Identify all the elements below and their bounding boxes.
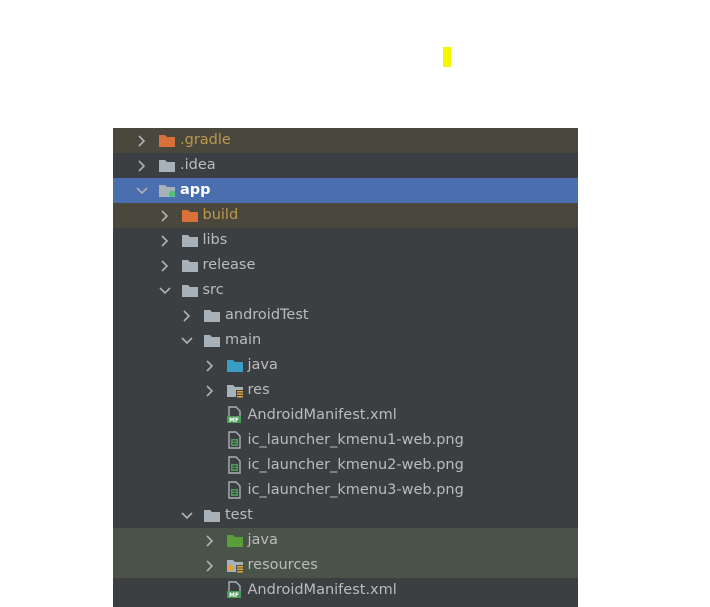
tree-item-ic-launcher-kmenu3-web-png[interactable]: ic_launcher_kmenu3-web.png (113, 478, 578, 503)
image-file-icon (226, 456, 244, 474)
tree-item-gradle[interactable]: .gradle (113, 128, 578, 153)
tree-item-label: ic_launcher_kmenu2-web.png (247, 457, 464, 473)
tree-item-label: .gradle (180, 132, 231, 148)
tree-item-label: src (202, 282, 224, 298)
tree-item-label: res (247, 382, 270, 398)
tree-item-res[interactable]: res (113, 378, 578, 403)
tree-item-main[interactable]: main (113, 328, 578, 353)
folder-excluded-icon (158, 132, 176, 148)
resources-folder-icon (226, 382, 244, 398)
svg-text:MF: MF (228, 417, 238, 424)
tree-item-label: androidTest (225, 307, 309, 323)
tree-item-java[interactable]: java (113, 353, 578, 378)
tree-item-label: .idea (180, 157, 216, 173)
tree-item-resources[interactable]: resources (113, 553, 578, 578)
folder-icon (203, 332, 221, 348)
chevron-down-icon[interactable] (135, 184, 149, 198)
manifest-file-icon: MF (226, 406, 244, 424)
chevron-right-icon[interactable] (158, 259, 172, 273)
chevron-right-icon[interactable] (180, 309, 194, 323)
tree-item-label: AndroidManifest.xml (247, 407, 397, 423)
chevron-right-icon[interactable] (158, 234, 172, 248)
tree-item-label: app (180, 182, 211, 198)
tree-item-ic-launcher-kmenu1-web-png[interactable]: ic_launcher_kmenu1-web.png (113, 428, 578, 453)
tree-item-label: ic_launcher_kmenu1-web.png (247, 432, 464, 448)
folder-icon (203, 507, 221, 523)
yellow-marker (443, 47, 451, 67)
tree-item-java[interactable]: java (113, 528, 578, 553)
project-tree: .gradle .idea app build libs release src androi… (113, 128, 578, 607)
tree-item-label: test (225, 507, 253, 523)
chevron-right-icon[interactable] (135, 159, 149, 173)
svg-text:MF: MF (228, 592, 238, 599)
tree-item-label: AndroidManifest.xml (247, 582, 397, 598)
chevron-right-icon[interactable] (203, 359, 217, 373)
chevron-down-icon[interactable] (180, 334, 194, 348)
folder-icon (203, 307, 221, 323)
tree-item-label: resources (247, 557, 318, 573)
manifest-file-icon: MF (226, 581, 244, 599)
tree-item-androidtest[interactable]: androidTest (113, 303, 578, 328)
chevron-right-icon[interactable] (135, 134, 149, 148)
source-folder-icon (226, 357, 244, 373)
chevron-right-icon[interactable] (158, 209, 172, 223)
folder-icon (181, 257, 199, 273)
test-resources-folder-icon (226, 557, 244, 573)
tree-item-release[interactable]: release (113, 253, 578, 278)
tree-item-label: release (202, 257, 256, 273)
tree-item-libs[interactable]: libs (113, 228, 578, 253)
tree-item-label: java (247, 357, 278, 373)
tree-item-src[interactable]: src (113, 278, 578, 303)
image-file-icon (226, 431, 244, 449)
tree-item-idea[interactable]: .idea (113, 153, 578, 178)
tree-item-androidmanifest-xml[interactable]: MF AndroidManifest.xml (113, 403, 578, 428)
chevron-right-icon[interactable] (203, 384, 217, 398)
test-source-folder-icon (226, 532, 244, 548)
chevron-right-icon[interactable] (203, 534, 217, 548)
tree-item-label: main (225, 332, 262, 348)
folder-icon (181, 232, 199, 248)
chevron-right-icon[interactable] (203, 559, 217, 573)
tree-item-label: java (247, 532, 278, 548)
tree-item-label: libs (202, 232, 228, 248)
tree-item-label: build (202, 207, 239, 223)
tree-item-build[interactable]: build (113, 203, 578, 228)
chevron-down-icon[interactable] (180, 509, 194, 523)
tree-item-androidmanifest-xml[interactable]: MF AndroidManifest.xml (113, 578, 578, 603)
module-folder-icon (158, 182, 176, 198)
tree-item-ic-launcher-kmenu2-web-png[interactable]: ic_launcher_kmenu2-web.png (113, 453, 578, 478)
folder-excluded-icon (181, 207, 199, 223)
tree-item-test[interactable]: test (113, 503, 578, 528)
chevron-down-icon[interactable] (158, 284, 172, 298)
folder-icon (158, 157, 176, 173)
folder-icon (181, 282, 199, 298)
image-file-icon (226, 481, 244, 499)
tree-item-label: ic_launcher_kmenu3-web.png (247, 482, 464, 498)
tree-item-app[interactable]: app (113, 178, 578, 203)
